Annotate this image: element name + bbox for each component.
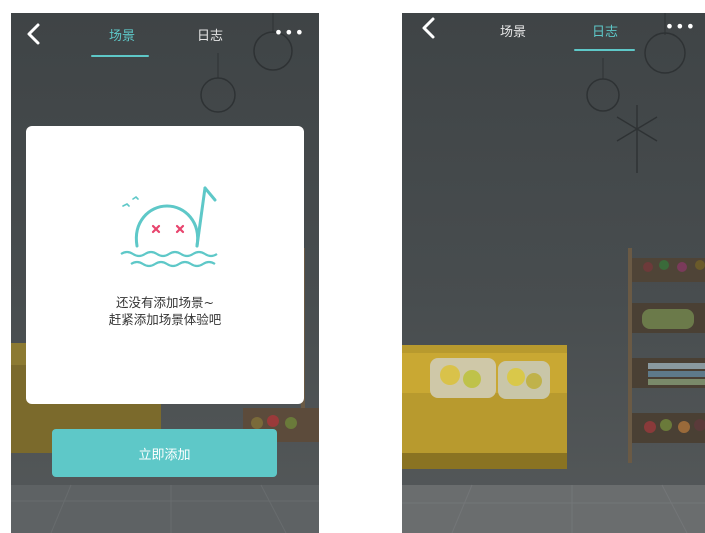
add-now-button[interactable]: 立即添加 [52,429,277,477]
top-navigation: 场景 日志 ••• [402,13,705,59]
tab-scene[interactable]: 场景 [500,21,526,40]
more-icon[interactable]: ••• [274,23,305,42]
active-tab-indicator [91,55,149,57]
tab-log[interactable]: 日志 [592,21,618,40]
empty-scene-dialog: 还没有添加场景~ 赶紧添加场景体验吧 [26,126,304,404]
tab-scene[interactable]: 场景 [109,25,135,44]
log-screen: 场景 日志 ••• [402,13,705,533]
empty-mascot-icon [120,186,218,268]
tab-log[interactable]: 日志 [197,25,223,44]
empty-message-line-2: 赶紧添加场景体验吧 [108,312,222,327]
back-arrow-icon[interactable] [21,21,47,47]
more-icon[interactable]: ••• [665,17,696,36]
back-arrow-icon[interactable] [416,15,442,41]
top-navigation: 场景 日志 ••• [11,13,319,59]
active-tab-indicator [574,49,635,51]
room-background [402,13,705,533]
scene-screen: 场景 日志 ••• 还没有添加场景~ 赶紧添加场景体验吧 立即添加 [11,13,319,533]
